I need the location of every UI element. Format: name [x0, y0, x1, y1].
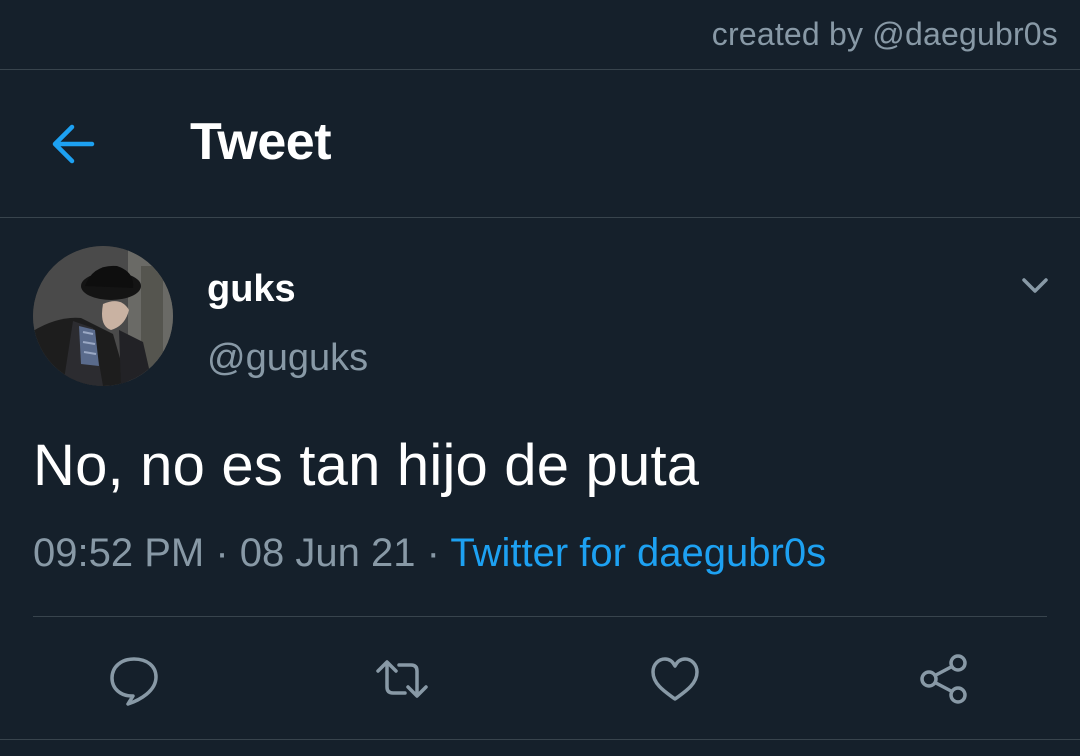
page-title: Tweet — [190, 113, 332, 171]
watermark-text: created by @daegubr0s — [711, 16, 1058, 52]
tweet-options-button[interactable] — [1020, 272, 1050, 298]
like-button[interactable] — [647, 651, 703, 707]
author-display-name[interactable]: guks — [207, 268, 296, 311]
meta-separator: · — [426, 531, 440, 575]
tweet-time: 09:52 PM — [33, 531, 205, 575]
back-button[interactable] — [44, 118, 104, 170]
chevron-down-icon — [1022, 278, 1048, 293]
tweet-text: No, no es tan hijo de puta — [33, 433, 700, 498]
tweet-source-link[interactable]: Twitter for daegubr0s — [450, 531, 826, 575]
arrow-left-icon — [52, 124, 95, 164]
avatar[interactable] — [33, 246, 173, 386]
header-divider — [0, 217, 1080, 218]
share-icon — [920, 654, 967, 704]
tweet-date: 08 Jun 21 — [239, 531, 416, 575]
reply-button[interactable] — [106, 651, 162, 707]
reply-icon — [110, 657, 158, 706]
meta-separator: · — [215, 531, 229, 575]
avatar-photo-icon — [33, 246, 173, 386]
author-handle[interactable]: @guguks — [207, 337, 368, 380]
bottom-divider — [0, 739, 1080, 740]
retweet-icon — [376, 660, 428, 698]
app-header: Tweet — [0, 70, 1080, 217]
like-icon — [651, 657, 699, 701]
tweet-detail-screen: created by @daegubr0s Tweet guks @guguks — [0, 0, 1080, 756]
share-button[interactable] — [916, 651, 972, 707]
retweet-button[interactable] — [374, 651, 430, 707]
tweet-actions-bar — [0, 617, 1080, 739]
tweet-meta: 09:52 PM · 08 Jun 21 · Twitter for daegu… — [33, 531, 826, 576]
